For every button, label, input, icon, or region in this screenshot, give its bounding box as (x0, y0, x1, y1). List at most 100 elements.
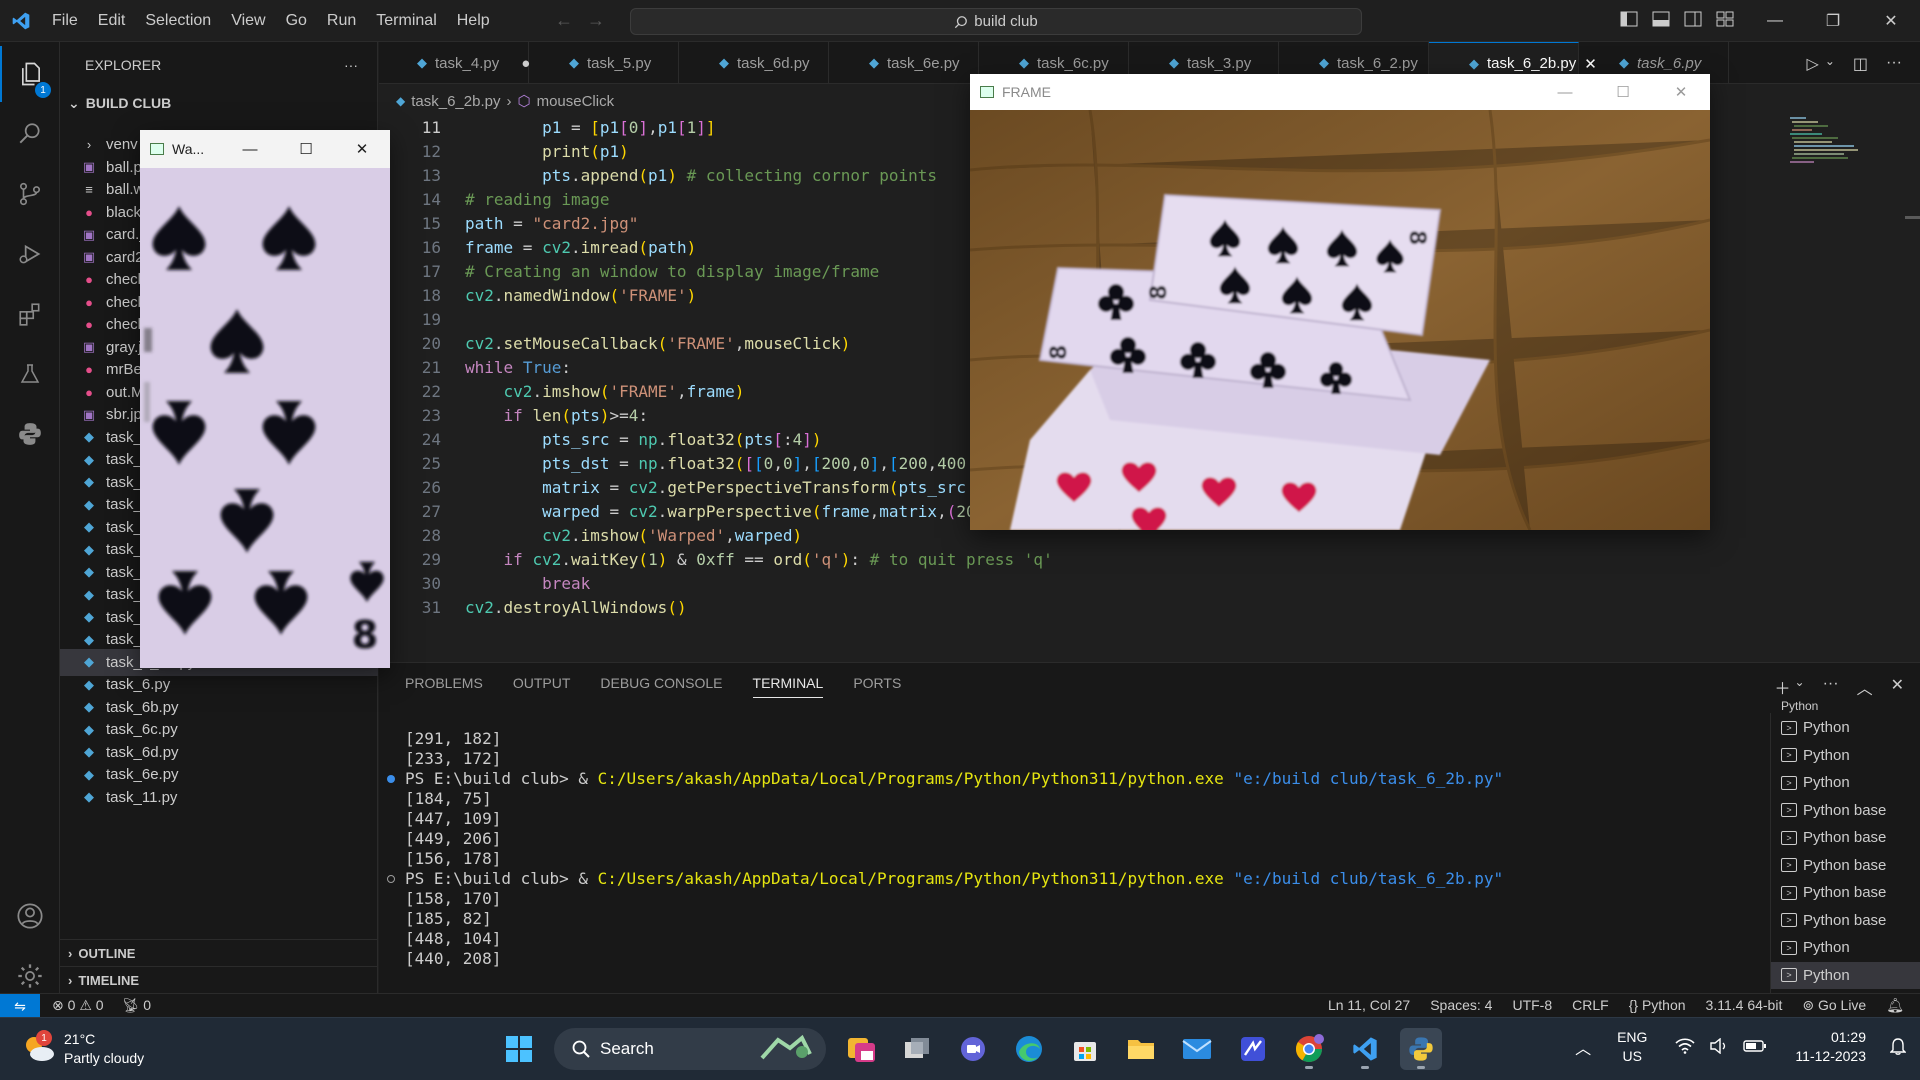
more-actions-icon[interactable]: ··· (1823, 675, 1839, 699)
language-mode[interactable]: {} Python (1629, 997, 1686, 1014)
restore-icon[interactable]: ❐ (1804, 0, 1862, 42)
terminal-instance[interactable]: > Python base (1771, 797, 1920, 824)
terminal-instance[interactable]: > Python base (1771, 879, 1920, 906)
python-taskbar-icon[interactable] (1400, 1028, 1442, 1070)
outline-section[interactable]: › OUTLINE (60, 939, 378, 966)
cursor-position[interactable]: Ln 11, Col 27 (1328, 997, 1410, 1014)
vscode-taskbar-icon[interactable] (1344, 1028, 1386, 1070)
file-explorer-icon[interactable] (1120, 1028, 1162, 1070)
frame-window-titlebar[interactable]: FRAME — ☐ ✕ (970, 74, 1710, 110)
mail-icon[interactable] (1176, 1028, 1218, 1070)
tab-task-4[interactable]: ◆ task_4.py ● (379, 42, 530, 84)
clock[interactable]: 01:29 11-12-2023 (1795, 1028, 1866, 1066)
menu-terminal[interactable]: Terminal (366, 0, 446, 42)
explorer-icon[interactable]: 1 (0, 46, 60, 102)
toggle-panel-icon[interactable] (1652, 10, 1670, 28)
terminal-instance[interactable]: > Python base (1771, 852, 1920, 879)
menu-go[interactable]: Go (276, 0, 317, 42)
task-view-icon[interactable] (896, 1028, 938, 1070)
python-extension-icon[interactable] (0, 406, 60, 462)
minimize-icon[interactable]: — (1746, 0, 1804, 42)
accounts-icon[interactable] (0, 888, 60, 944)
maximize-icon[interactable]: ☐ (1594, 74, 1652, 110)
terminal-instance[interactable]: > Python (1771, 934, 1920, 961)
ports-status[interactable]: 📡︎ 0 (122, 997, 151, 1014)
taskbar-search[interactable]: Search (554, 1028, 826, 1070)
new-terminal-icon[interactable]: ＋ (1775, 675, 1791, 699)
terminal-instance[interactable]: > Python base (1771, 907, 1920, 934)
warped-window-titlebar[interactable]: Wa... — ☐ ✕ (140, 130, 390, 168)
terminal-dropdown-icon[interactable]: ⌄ (1795, 675, 1805, 699)
python-interpreter[interactable]: 3.11.4 64-bit (1706, 997, 1783, 1014)
microsoft-store-icon[interactable] (1064, 1028, 1106, 1070)
toggle-sidebar-icon[interactable] (1620, 10, 1638, 28)
more-actions-icon[interactable]: ··· (344, 57, 358, 73)
command-center-search[interactable]: build club (630, 8, 1362, 35)
search-view-icon[interactable] (0, 106, 60, 162)
tab-problems[interactable]: PROBLEMS (405, 675, 483, 698)
notifications-bell-icon[interactable]: 🔔︎ (1886, 997, 1904, 1014)
run-debug-icon[interactable] (0, 226, 60, 282)
terminal-instance[interactable]: > Python (1771, 769, 1920, 796)
timeline-section[interactable]: › TIMELINE (60, 966, 378, 993)
warped-window[interactable]: Wa... — ☐ ✕ 8 (140, 130, 390, 668)
volume-icon[interactable] (1709, 1037, 1729, 1057)
menu-file[interactable]: File (42, 0, 88, 42)
tab-ports[interactable]: PORTS (853, 675, 901, 698)
wifi-icon[interactable] (1675, 1037, 1695, 1057)
tab-task-5[interactable]: ◆ task_5.py (529, 42, 679, 84)
notifications-bell-icon[interactable] (1889, 1037, 1907, 1058)
terminal-instance[interactable]: > Python (1771, 961, 1920, 989)
menu-run[interactable]: Run (317, 0, 366, 42)
more-actions-icon[interactable]: ··· (1886, 54, 1902, 74)
testing-flask-icon[interactable] (0, 346, 60, 402)
close-icon[interactable]: ✕ (1652, 74, 1710, 110)
maximize-panel-icon[interactable]: ︿ (1857, 675, 1873, 699)
back-arrow-icon[interactable]: ← (555, 10, 573, 31)
weather-widget[interactable]: 1 21°C Partly cloudy (22, 1030, 144, 1068)
close-panel-icon[interactable]: ✕ (1891, 675, 1904, 699)
menu-view[interactable]: View (221, 0, 275, 42)
windows-start-icon[interactable] (498, 1028, 540, 1070)
indentation[interactable]: Spaces: 4 (1430, 997, 1492, 1014)
terminal-instance-partial[interactable]: Python (1771, 699, 1920, 713)
tab-task-6e[interactable]: ◆ task_6e.py (829, 42, 979, 84)
close-icon[interactable]: ✕ (1862, 0, 1920, 42)
folder-build-club[interactable]: ⌄ BUILD CLUB (60, 90, 378, 116)
battery-icon[interactable] (1743, 1039, 1767, 1056)
line-ending[interactable]: CRLF (1572, 997, 1609, 1014)
source-control-icon[interactable] (0, 166, 60, 222)
file-item[interactable]: ◆ task_11.py (60, 784, 378, 811)
encoding[interactable]: UTF-8 (1512, 997, 1552, 1014)
menu-help[interactable]: Help (447, 0, 500, 42)
chrome-browser-icon[interactable] (1288, 1028, 1330, 1070)
whiteboard-app-icon[interactable] (1232, 1028, 1274, 1070)
frame-window[interactable]: FRAME — ☐ ✕ 8 8 8 (970, 74, 1710, 530)
menu-selection[interactable]: Selection (135, 0, 221, 42)
problems-status[interactable]: ⊗ 0 ⚠ 0 (52, 997, 104, 1014)
terminal-instance[interactable]: > Python (1771, 714, 1920, 741)
minimize-icon[interactable]: — (1536, 74, 1594, 110)
command-success-dot-icon[interactable] (387, 775, 395, 783)
run-dropdown-icon[interactable]: ⌄ (1825, 54, 1835, 74)
tab-terminal[interactable]: TERMINAL (752, 675, 824, 698)
command-running-dot-icon[interactable] (387, 875, 395, 883)
remote-window-icon[interactable]: ⇋ (0, 994, 40, 1018)
forward-arrow-icon[interactable]: → (587, 10, 605, 31)
menu-edit[interactable]: Edit (88, 0, 136, 42)
customize-layout-icon[interactable] (1716, 10, 1734, 28)
tab-task-6d[interactable]: ◆ task_6d.py (679, 42, 829, 84)
input-language[interactable]: ENG US (1617, 1028, 1647, 1066)
terminal-instance[interactable]: > Python (1771, 742, 1920, 769)
teams-meet-icon[interactable] (952, 1028, 994, 1070)
photo-app-icon[interactable] (840, 1028, 882, 1070)
minimize-icon[interactable]: — (222, 130, 278, 168)
extensions-icon[interactable] (0, 286, 60, 342)
run-python-file-icon[interactable]: ▷ (1807, 54, 1819, 74)
split-editor-icon[interactable]: ◫ (1853, 54, 1868, 74)
toggle-secondary-sidebar-icon[interactable] (1684, 10, 1702, 28)
breadcrumb-file[interactable]: task_6_2b.py (411, 93, 500, 110)
breadcrumb-symbol[interactable]: mouseClick (537, 93, 615, 110)
minimap[interactable] (1788, 116, 1868, 176)
go-live-button[interactable]: ⊚ Go Live (1802, 997, 1866, 1014)
